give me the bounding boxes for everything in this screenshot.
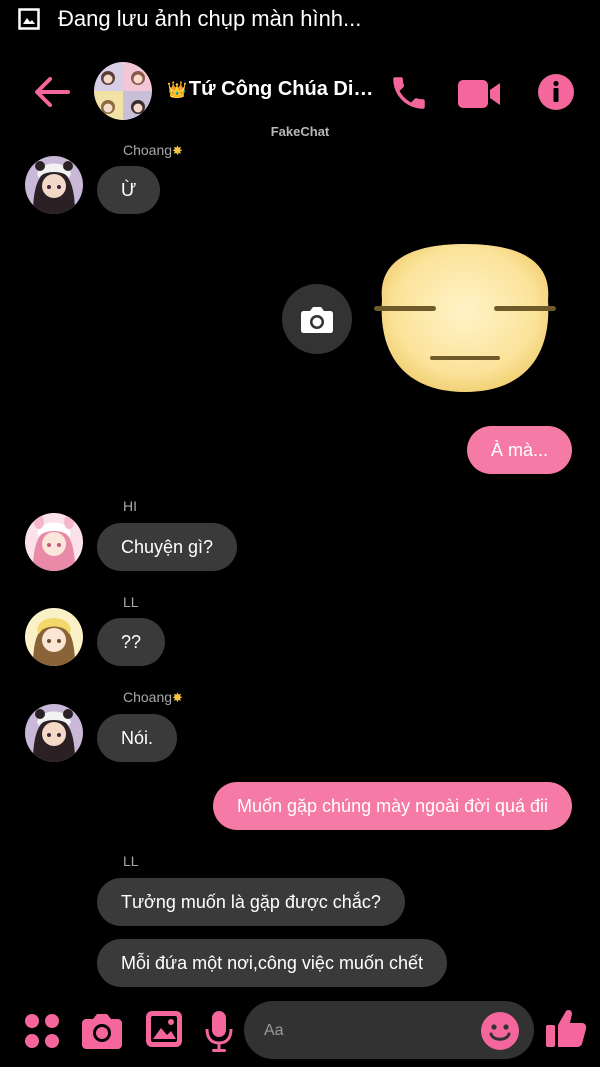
crown-icon: 👑 bbox=[167, 82, 187, 99]
message-composer bbox=[0, 995, 600, 1067]
screenshot-icon bbox=[18, 8, 40, 30]
sender-name: LL bbox=[123, 594, 139, 610]
camera-icon[interactable] bbox=[80, 1009, 124, 1051]
sticker-camera-button[interactable] bbox=[282, 284, 352, 354]
chat-title[interactable]: 👑 Tứ Công Chúa Diên... bbox=[167, 78, 382, 101]
avatar-ll[interactable] bbox=[25, 608, 83, 666]
avatar-hi[interactable] bbox=[25, 513, 83, 571]
sender-name-text: Choang bbox=[123, 689, 173, 705]
app-watermark: FakeChat bbox=[270, 124, 330, 139]
message-bubble-incoming[interactable]: Nói. bbox=[97, 714, 178, 762]
chat-title-text: Tứ Công Chúa Diên... bbox=[188, 78, 382, 100]
back-arrow-icon[interactable] bbox=[30, 70, 74, 114]
message-bubble-incoming[interactable]: Ừ bbox=[97, 166, 161, 214]
avatar-choang[interactable] bbox=[25, 156, 83, 214]
group-avatar[interactable] bbox=[94, 62, 152, 120]
microphone-icon[interactable] bbox=[204, 1009, 234, 1053]
sparkle-icon: ✸ bbox=[172, 690, 183, 705]
sender-name: LL bbox=[123, 853, 139, 869]
camera-icon bbox=[301, 307, 333, 333]
message-bubble-incoming[interactable]: ?? bbox=[97, 618, 166, 666]
video-call-icon[interactable] bbox=[456, 74, 504, 114]
sparkle-icon: ✸ bbox=[172, 143, 183, 158]
chat-header: 👑 Tứ Công Chúa Diên... FakeChat bbox=[0, 52, 600, 139]
info-icon[interactable] bbox=[536, 72, 576, 112]
sticker-expressionless-face[interactable] bbox=[372, 240, 558, 396]
status-bar: Đang lưu ảnh chụp màn hình... bbox=[0, 0, 600, 40]
message-input-container bbox=[244, 1001, 534, 1061]
message-bubble-incoming[interactable]: Mỗi đứa một nơi,công việc muốn chết bbox=[97, 939, 447, 987]
more-apps-icon[interactable] bbox=[22, 1011, 62, 1051]
phone-call-icon[interactable] bbox=[388, 72, 430, 114]
sender-name: HI bbox=[123, 498, 137, 514]
thumbs-up-icon[interactable] bbox=[544, 1007, 588, 1051]
sender-name: Choang✸ bbox=[123, 142, 183, 159]
sender-name-text: Choang bbox=[123, 142, 173, 158]
emoji-icon[interactable] bbox=[480, 1011, 520, 1051]
message-bubble-incoming[interactable]: Tưởng muốn là gặp được chắc? bbox=[97, 878, 405, 926]
message-input[interactable] bbox=[262, 1001, 466, 1061]
message-bubble-incoming[interactable]: Chuyện gì? bbox=[97, 523, 238, 571]
avatar-choang[interactable] bbox=[25, 704, 83, 762]
gallery-icon[interactable] bbox=[144, 1009, 184, 1049]
message-bubble-outgoing[interactable]: Muốn gặp chúng mày ngoài đời quá đii bbox=[212, 782, 572, 830]
sender-name: Choang✸ bbox=[123, 689, 183, 706]
status-text: Đang lưu ảnh chụp màn hình... bbox=[58, 6, 362, 31]
message-bubble-outgoing[interactable]: À mà... bbox=[466, 426, 572, 474]
